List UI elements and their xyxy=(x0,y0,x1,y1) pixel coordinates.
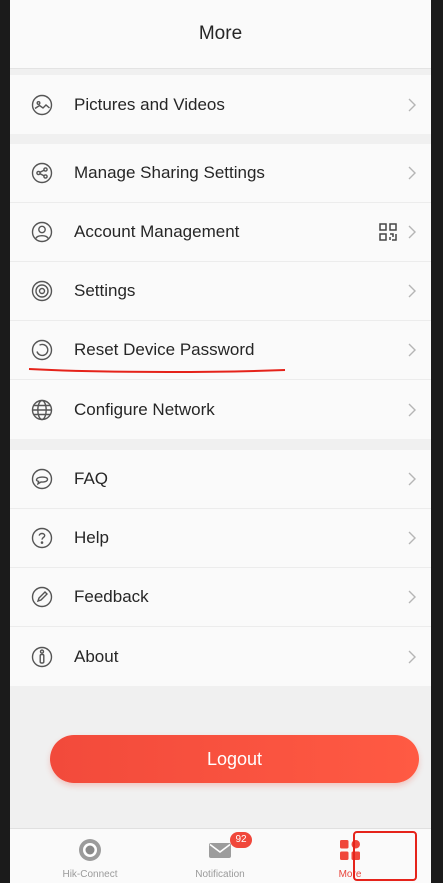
pictures-videos-icon xyxy=(30,93,54,117)
menu-item-label: About xyxy=(74,646,119,666)
reset-icon xyxy=(30,338,54,362)
notification-badge: 92 xyxy=(230,832,252,848)
menu-group-media: Pictures and Videos xyxy=(10,75,431,134)
chevron-right-icon xyxy=(406,283,418,299)
menu-item-pictures-and-videos[interactable]: Pictures and Videos xyxy=(10,75,431,134)
faq-icon xyxy=(30,467,54,491)
menu-item-faq[interactable]: FAQ xyxy=(10,450,431,509)
chevron-right-icon xyxy=(406,97,418,113)
menu-item-settings[interactable]: Settings xyxy=(10,262,431,321)
menu-item-about[interactable]: About xyxy=(10,627,431,686)
menu-item-label: Feedback xyxy=(74,587,149,606)
chevron-right-icon xyxy=(406,165,418,181)
device-bezel-left xyxy=(0,0,10,883)
menu-item-label: Account Management xyxy=(74,222,240,241)
device-bezel-right xyxy=(431,0,443,883)
menu-group-support: FAQ Help Feedback About xyxy=(10,450,431,686)
feedback-icon xyxy=(30,585,54,609)
tab-label: Hik-Connect xyxy=(62,869,118,880)
chevron-right-icon xyxy=(406,589,418,605)
menu-item-help[interactable]: Help xyxy=(10,509,431,568)
menu-item-account-management[interactable]: Account Management xyxy=(10,203,431,262)
grid-icon xyxy=(337,837,363,863)
more-screen: More Pictures and Videos Manage Sharing … xyxy=(0,0,443,883)
bottom-tab-bar: Hik-Connect 92 Notification More xyxy=(10,828,431,883)
page-title: More xyxy=(198,23,243,44)
tab-notification[interactable]: 92 Notification xyxy=(150,829,290,883)
tab-more[interactable]: More xyxy=(280,829,420,883)
qr-code-icon[interactable] xyxy=(378,222,398,242)
menu-item-label: Reset Device Password xyxy=(74,340,255,359)
menu-item-label: Pictures and Videos xyxy=(74,94,225,114)
header: More xyxy=(10,0,431,69)
menu-item-label: FAQ xyxy=(74,469,109,488)
menu-item-configure-network[interactable]: Configure Network xyxy=(10,380,431,439)
about-icon xyxy=(30,645,54,669)
chevron-right-icon xyxy=(406,342,418,358)
share-icon xyxy=(30,161,54,185)
globe-icon xyxy=(30,398,54,422)
chevron-right-icon xyxy=(406,471,418,487)
menu-item-manage-sharing-settings[interactable]: Manage Sharing Settings xyxy=(10,144,431,203)
menu-item-feedback[interactable]: Feedback xyxy=(10,568,431,627)
help-icon xyxy=(30,526,54,550)
tab-label: More xyxy=(338,869,362,880)
menu-item-label: Settings xyxy=(74,281,136,300)
settings-icon xyxy=(30,279,54,303)
menu-group-management: Manage Sharing Settings Account Manageme… xyxy=(10,144,431,439)
chevron-right-icon xyxy=(406,402,418,418)
account-icon xyxy=(30,220,54,244)
chevron-right-icon xyxy=(406,649,418,665)
tab-label: Notification xyxy=(195,869,245,880)
hik-connect-icon xyxy=(77,837,103,863)
chevron-right-icon xyxy=(406,530,418,546)
tab-hik-connect[interactable]: Hik-Connect xyxy=(20,829,160,883)
menu-item-reset-device-password[interactable]: Reset Device Password xyxy=(10,321,431,380)
menu-item-label: Help xyxy=(74,528,109,547)
menu-item-label: Configure Network xyxy=(74,399,215,419)
chevron-right-icon xyxy=(406,224,418,240)
logout-button[interactable]: Logout xyxy=(50,735,419,783)
menu-item-label: Manage Sharing Settings xyxy=(74,163,265,182)
logout-section: Logout xyxy=(10,700,431,818)
